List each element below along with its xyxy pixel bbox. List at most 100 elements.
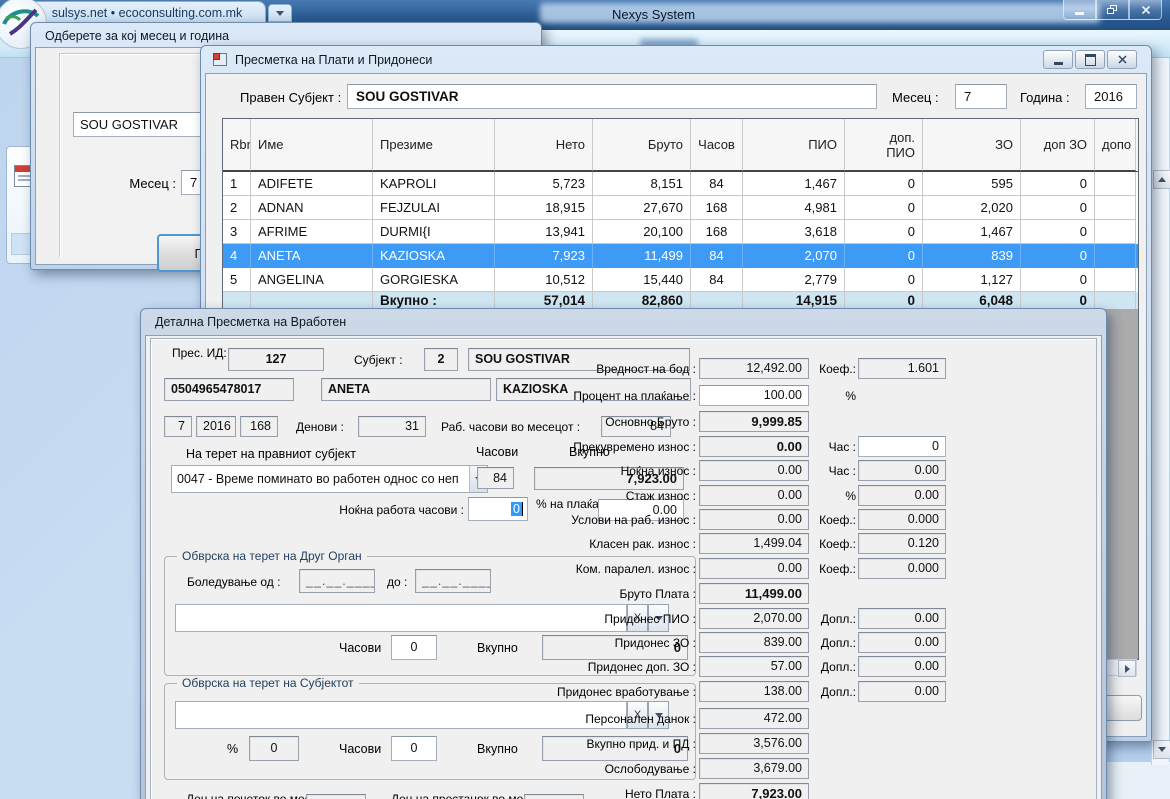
cell: 27,670 — [593, 196, 691, 220]
subject-input[interactable]: SOU GOSTIVAR — [347, 84, 877, 109]
field-value-box: 0.00 — [699, 436, 809, 457]
cell: 6,048 — [923, 292, 1021, 309]
payroll-titlebar[interactable]: Пресметка на Плати и Придонеси — [201, 46, 1151, 52]
cell: 5 — [223, 268, 251, 292]
column-header[interactable]: Часов — [691, 119, 743, 171]
field-value-box[interactable]: 100.00 — [699, 385, 809, 406]
cell: 0 — [1021, 220, 1095, 244]
extra-field-value-box: 1.601 — [858, 358, 946, 379]
field-label: Услови на раб. износ : — [554, 513, 696, 527]
field-label: Стаж износ : — [554, 489, 696, 503]
browser-tab[interactable]: sulsys.net • ecoconsulting.com.mk — [28, 1, 266, 23]
cell: 10,512 — [495, 268, 593, 292]
cell: 2,020 — [923, 196, 1021, 220]
cell: 168 — [691, 220, 743, 244]
chevron-down-icon — [276, 11, 284, 16]
field-value-box: 0.00 — [699, 460, 809, 481]
cell: 0 — [845, 268, 923, 292]
column-header[interactable]: Rbr — [223, 119, 251, 171]
column-header[interactable]: Нето — [495, 119, 593, 171]
dialog-subject-value: SOU GOSTIVAR — [80, 117, 178, 132]
dialog-month-value: 7 — [190, 175, 197, 190]
table-row[interactable]: 5ANGELINAGORGIESKA10,51215,440842,77901,… — [223, 268, 1138, 292]
cell: ADIFETE — [251, 172, 373, 196]
extra-field-value-box: 0.00 — [858, 608, 946, 629]
table-row[interactable]: 4ANETAKAZIOSKA7,92311,499842,07008390 — [223, 244, 1138, 268]
cell: 84 — [691, 244, 743, 268]
field-value-box: 1,499.04 — [699, 533, 809, 554]
field-value-box: 9,999.85 — [699, 411, 809, 432]
browser-tab-dropdown[interactable] — [268, 4, 292, 22]
extra-field-value-box[interactable]: 0 — [858, 436, 946, 457]
scroll-down-button[interactable] — [1153, 740, 1170, 759]
extra-field-value-box: 0.00 — [858, 485, 946, 506]
cell: 15,440 — [593, 268, 691, 292]
column-header[interactable]: Презиме — [373, 119, 495, 171]
scroll-up-button[interactable] — [1153, 170, 1170, 189]
cell: 595 — [923, 172, 1021, 196]
arrow-right-icon — [1125, 665, 1130, 673]
cell: 57,014 — [495, 292, 593, 309]
cell: 5,723 — [495, 172, 593, 196]
column-header[interactable]: Име — [251, 119, 373, 171]
mdi-vertical-scrollbar[interactable] — [1151, 58, 1169, 765]
subject-value: SOU GOSTIVAR — [356, 89, 459, 104]
payroll-window-controls — [1043, 50, 1137, 69]
cell: 8,151 — [593, 172, 691, 196]
field-value-box: 0.00 — [699, 485, 809, 506]
cell — [1095, 268, 1136, 292]
cell: 4,981 — [743, 196, 845, 220]
cell: 0 — [845, 220, 923, 244]
field-value-box: 2,070.00 — [699, 608, 809, 629]
field-value-box: 3,679.00 — [699, 758, 809, 779]
cell: 13,941 — [495, 220, 593, 244]
maximize-button[interactable] — [1075, 50, 1105, 69]
column-header[interactable]: доп. ПИО — [845, 119, 923, 171]
cell: ANETA — [251, 244, 373, 268]
column-header[interactable]: ПИО — [743, 119, 845, 171]
cell: 1 — [223, 172, 251, 196]
month-dialog-titlebar[interactable]: Одберете за кој месец и година — [31, 23, 541, 43]
cell: 82,860 — [593, 292, 691, 309]
cell: DURMI{I — [373, 220, 495, 244]
cell: ADNAN — [251, 196, 373, 220]
table-row[interactable]: 1ADIFETEKAPROLI5,7238,151841,46705950 — [223, 172, 1138, 196]
extra-field-value-box: 0.000 — [858, 509, 946, 530]
field-value-box: 57.00 — [699, 656, 809, 677]
column-header[interactable]: допо — [1095, 119, 1136, 171]
scroll-right-button[interactable] — [1118, 660, 1136, 677]
close-button[interactable] — [1107, 50, 1137, 69]
column-header[interactable]: доп ЗО — [1021, 119, 1095, 171]
close-button[interactable] — [1129, 0, 1162, 20]
browser-tab-label: sulsys.net • ecoconsulting.com.mk — [52, 6, 243, 20]
cell: ANGELINA — [251, 268, 373, 292]
detail-titlebar[interactable]: Детална Пресметка на Вработен — [141, 309, 1106, 329]
field-label: Вредност на бод : — [554, 362, 696, 376]
restore-button[interactable] — [1096, 0, 1129, 20]
field-value-box: 0.00 — [699, 509, 809, 530]
field-value-box: 138.00 — [699, 681, 809, 702]
minimize-button[interactable] — [1043, 50, 1073, 69]
cell: 0 — [845, 172, 923, 196]
field-label: Процент на плаќање : — [554, 389, 696, 403]
cell: 0 — [1021, 172, 1095, 196]
year-input[interactable]: 2016 — [1085, 84, 1137, 109]
column-header[interactable]: Бруто — [593, 119, 691, 171]
cell: KAPROLI — [373, 172, 495, 196]
column-header[interactable]: ЗО — [923, 119, 1021, 171]
field-value-box: 12,492.00 — [699, 358, 809, 379]
field-label: Прекувремено износ : — [554, 440, 696, 454]
cell — [223, 292, 251, 309]
field-label: Персонален данок : — [554, 712, 696, 726]
cell: Вкупно : — [373, 292, 495, 309]
table-row[interactable]: 2ADNANFEJZULAI18,91527,6701684,98102,020… — [223, 196, 1138, 220]
extra-field-value-box: 0.00 — [858, 632, 946, 653]
month-input[interactable]: 7 — [955, 84, 1007, 109]
extra-field-value-box: 0.000 — [858, 558, 946, 579]
field-label: Класен рак. износ : — [554, 537, 696, 551]
table-row[interactable]: 3AFRIMEDURMI{I13,94120,1001683,61801,467… — [223, 220, 1138, 244]
year-value: 2016 — [1094, 89, 1123, 104]
month-label: Месец : — [892, 90, 939, 105]
minimize-button[interactable] — [1063, 0, 1096, 20]
cell: 0 — [845, 244, 923, 268]
